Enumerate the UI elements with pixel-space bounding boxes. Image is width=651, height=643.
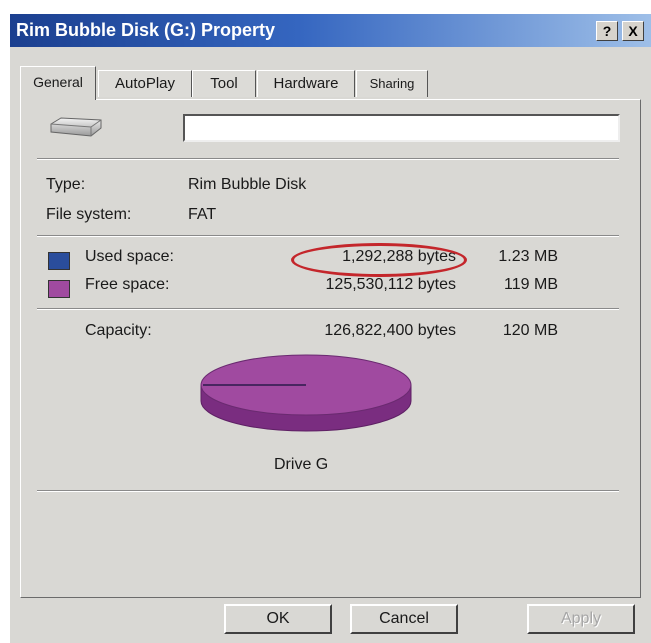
tab-hardware[interactable]: Hardware <box>257 70 355 97</box>
drive-label: Drive G <box>274 456 329 473</box>
divider <box>37 308 619 310</box>
free-space-label: Free space: <box>85 276 170 293</box>
type-label: Type: <box>46 176 86 193</box>
apply-button[interactable]: Apply <box>527 604 635 634</box>
close-button[interactable]: X <box>622 21 644 41</box>
free-space-swatch <box>48 280 70 298</box>
disk-usage-pie-chart <box>200 354 412 432</box>
used-space-label: Used space: <box>85 248 174 265</box>
tab-tool[interactable]: Tool <box>192 70 256 97</box>
capacity-bytes: 126,822,400 bytes <box>324 322 456 339</box>
filesystem-label: File system: <box>46 206 132 223</box>
volume-name-input[interactable] <box>183 114 620 142</box>
capacity-size: 120 MB <box>502 322 558 339</box>
highlight-annotation <box>291 243 467 277</box>
divider <box>37 158 619 160</box>
filesystem-value: FAT <box>188 206 217 223</box>
title-bar[interactable]: Rim Bubble Disk (G:) Property ? X <box>10 14 651 47</box>
free-space-size: 119 MB <box>504 276 558 293</box>
drive-icon <box>50 117 102 137</box>
used-space-size: 1.23 MB <box>498 248 558 265</box>
tab-sharing[interactable]: Sharing <box>356 70 428 97</box>
tab-autoplay[interactable]: AutoPlay <box>98 70 192 97</box>
ok-button[interactable]: OK <box>224 604 332 634</box>
used-space-swatch <box>48 252 70 270</box>
tab-general[interactable]: General <box>20 66 96 100</box>
properties-dialog: Rim Bubble Disk (G:) Property ? X Genera… <box>10 14 651 643</box>
window-title: Rim Bubble Disk (G:) Property <box>16 20 276 40</box>
general-tab-panel: Type: Rim Bubble Disk File system: FAT U… <box>20 99 641 598</box>
cancel-button[interactable]: Cancel <box>350 604 458 634</box>
divider <box>37 490 619 492</box>
divider <box>37 235 619 237</box>
help-button[interactable]: ? <box>596 21 618 41</box>
capacity-label: Capacity: <box>85 322 152 339</box>
type-value: Rim Bubble Disk <box>188 176 307 193</box>
free-space-bytes: 125,530,112 bytes <box>325 276 456 293</box>
